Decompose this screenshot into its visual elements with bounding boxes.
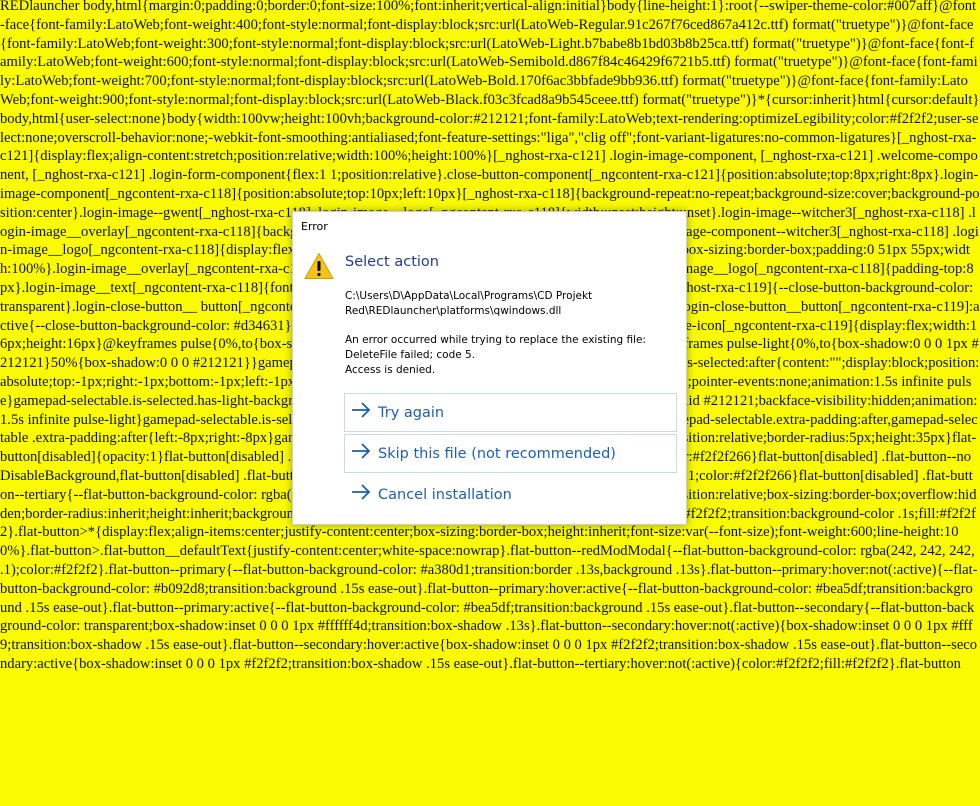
error-line-1: An error occurred while trying to replac… [345, 334, 647, 346]
skip-file-label: Skip this file (not recommended) [378, 445, 616, 462]
dialog-title: Error [301, 220, 328, 233]
error-line-2: DeleteFile failed; code 5. [345, 349, 476, 361]
error-dialog: Error Select action C:\Users\D\AppData\L… [292, 211, 687, 525]
error-line-3: Access is denied. [345, 364, 436, 376]
file-path-text: C:\Users\D\AppData\Local\Programs\CD Pro… [345, 290, 593, 317]
error-message: An error occurred while trying to replac… [345, 333, 665, 378]
try-again-button[interactable]: Try again [344, 393, 677, 432]
cancel-installation-label: Cancel installation [378, 486, 512, 503]
arrow-right-icon [351, 484, 373, 505]
arrow-right-icon [351, 402, 373, 423]
cancel-installation-button[interactable]: Cancel installation [344, 475, 677, 514]
try-again-label: Try again [378, 404, 445, 421]
warning-icon [304, 252, 334, 280]
dialog-heading: Select action [345, 254, 439, 270]
arrow-right-icon [351, 443, 373, 464]
skip-file-button[interactable]: Skip this file (not recommended) [344, 434, 677, 473]
